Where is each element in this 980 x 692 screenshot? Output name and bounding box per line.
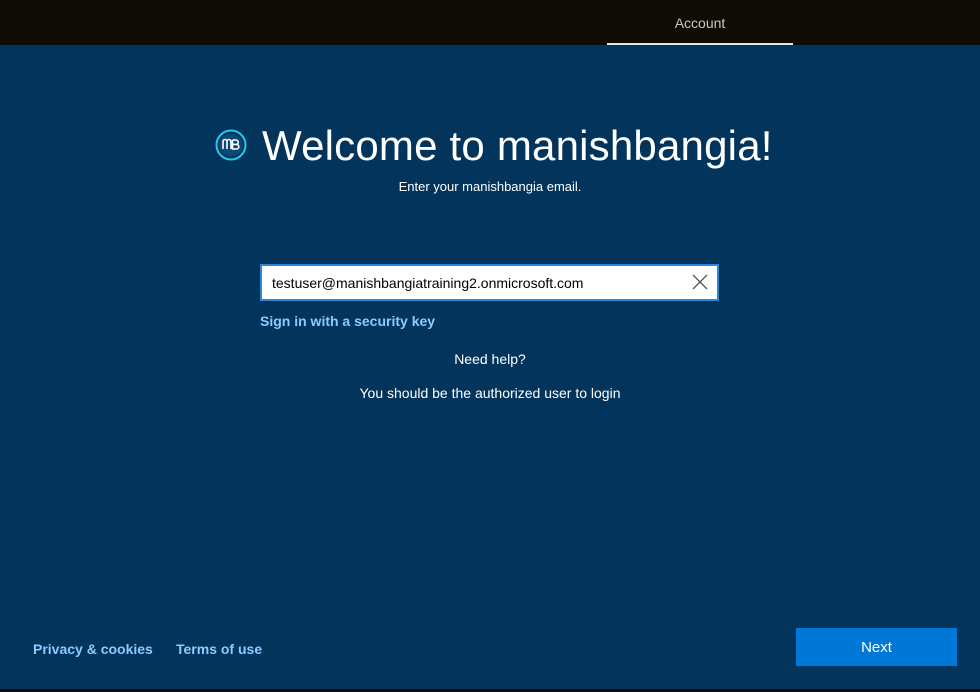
title-row: Welcome to manishbangia! <box>0 122 980 173</box>
page-subtitle: Enter your manishbangia email. <box>398 179 582 194</box>
page-title: Welcome to manishbangia! <box>262 122 773 169</box>
main-panel: Welcome to manishbangia! Enter your mani… <box>0 45 980 689</box>
security-key-link[interactable]: Sign in with a security key <box>260 313 435 329</box>
next-button[interactable]: Next <box>796 628 957 666</box>
mb-logo-icon <box>215 129 247 161</box>
close-icon[interactable] <box>691 273 709 291</box>
need-help-text: Need help? <box>454 351 526 367</box>
top-bar: Account <box>0 0 980 45</box>
tab-account[interactable]: Account <box>607 0 793 44</box>
authorized-user-note: You should be the authorized user to log… <box>359 385 621 401</box>
terms-of-use-link[interactable]: Terms of use <box>176 641 262 657</box>
privacy-cookies-link[interactable]: Privacy & cookies <box>33 641 153 657</box>
email-field <box>260 264 719 301</box>
email-input[interactable] <box>262 266 682 299</box>
